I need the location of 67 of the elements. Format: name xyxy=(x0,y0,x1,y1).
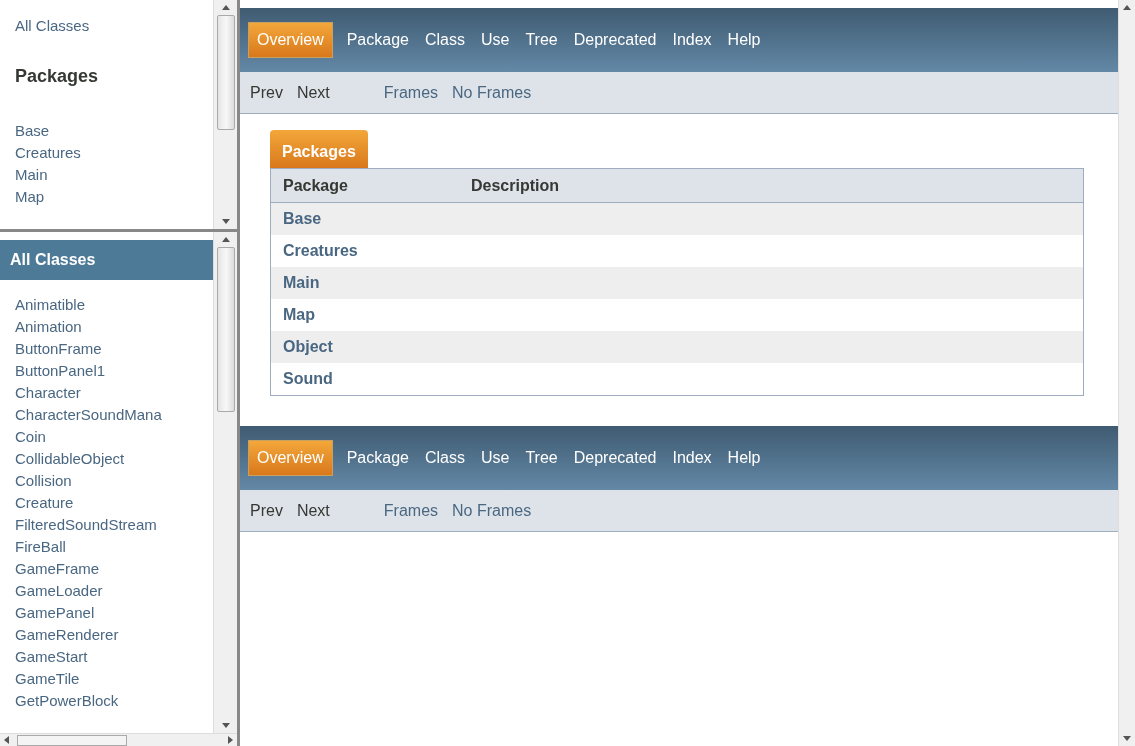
package-link[interactable]: Creatures xyxy=(271,239,358,263)
class-link[interactable]: CharacterSoundMana xyxy=(0,403,213,426)
class-link[interactable]: GameTile xyxy=(0,667,213,690)
scroll-right-arrow[interactable] xyxy=(228,736,233,744)
class-link[interactable]: GameStart xyxy=(0,645,213,668)
package-link[interactable]: Map xyxy=(15,186,213,208)
scroll-left-arrow[interactable] xyxy=(4,736,9,744)
scroll-down-arrow[interactable] xyxy=(221,219,230,224)
sub-nav-link[interactable]: No Frames xyxy=(452,498,532,523)
nav-tab[interactable]: Deprecated xyxy=(565,441,665,475)
nav-tab[interactable]: Help xyxy=(719,23,769,57)
package-link[interactable]: Sound xyxy=(271,367,333,391)
package-link[interactable]: Main xyxy=(15,164,213,186)
class-link[interactable]: ButtonFrame xyxy=(0,337,213,360)
sub-nav-link[interactable]: Frames xyxy=(383,80,439,105)
scroll-down-arrow[interactable] xyxy=(221,723,230,728)
class-link[interactable]: GameRenderer xyxy=(0,623,213,646)
class-link[interactable]: GameFrame xyxy=(0,557,213,580)
scroll-up-arrow[interactable] xyxy=(221,5,230,10)
nav-tab[interactable]: Index xyxy=(664,23,720,57)
sub-nav-text: Next xyxy=(296,500,330,521)
nav-tab[interactable]: Class xyxy=(416,441,473,475)
package-link[interactable]: Creatures xyxy=(15,142,213,164)
scrollbar-thumb[interactable] xyxy=(17,734,127,746)
frame-heading: Packages xyxy=(15,65,100,88)
class-link[interactable]: FilteredSoundStream xyxy=(0,513,213,536)
class-link[interactable]: GameLoader xyxy=(0,579,213,602)
nav-tab[interactable]: Help xyxy=(719,441,769,475)
class-link[interactable]: CollidableObject xyxy=(0,447,213,470)
class-link[interactable]: GetPowerBlock xyxy=(0,689,213,712)
sub-nav-text: Next xyxy=(296,82,330,103)
class-link[interactable]: Collision xyxy=(0,469,213,492)
sub-nav-text: Prev xyxy=(250,82,283,103)
nav-tab[interactable]: Use xyxy=(472,441,518,475)
sub-nav-link[interactable]: Frames xyxy=(383,498,439,523)
nav-tab[interactable]: Tree xyxy=(517,441,566,475)
scrollbar-thumb[interactable] xyxy=(216,15,235,130)
nav-tab[interactable]: Deprecated xyxy=(565,23,665,57)
scrollbar-thumb[interactable] xyxy=(216,247,235,412)
frame-heading: All Classes xyxy=(0,239,213,280)
sub-nav-text: Prev xyxy=(250,500,283,521)
class-link[interactable]: Coin xyxy=(0,425,213,448)
class-link[interactable]: Animatible xyxy=(0,293,213,316)
class-link[interactable]: Creature xyxy=(0,491,213,514)
class-link[interactable]: GamePanel xyxy=(0,601,213,624)
class-link[interactable]: Animation xyxy=(0,315,213,338)
nav-tab[interactable]: Tree xyxy=(517,23,566,57)
scroll-down-arrow[interactable] xyxy=(1123,736,1131,741)
nav-tab[interactable]: Use xyxy=(472,23,518,57)
package-link[interactable]: Base xyxy=(271,207,322,231)
class-link[interactable]: FireBall xyxy=(0,535,213,558)
column-header: Description xyxy=(471,175,559,196)
scroll-up-arrow[interactable] xyxy=(1123,5,1131,10)
nav-tab[interactable]: Class xyxy=(416,23,473,57)
nav-tab[interactable]: Index xyxy=(664,441,720,475)
column-header: Package xyxy=(282,175,349,196)
class-link[interactable]: ButtonPanel1 xyxy=(0,359,213,382)
sub-nav-link[interactable]: No Frames xyxy=(452,80,532,105)
nav-tab[interactable]: Package xyxy=(338,441,417,475)
scroll-up-arrow[interactable] xyxy=(221,237,230,242)
all-classes-link[interactable]: All Classes xyxy=(15,15,213,37)
package-link[interactable]: Object xyxy=(271,335,333,359)
package-link[interactable]: Map xyxy=(271,303,315,327)
nav-tab[interactable]: Package xyxy=(338,23,417,57)
package-link[interactable]: Base xyxy=(15,120,213,142)
class-link[interactable]: Character xyxy=(0,381,213,404)
package-link[interactable]: Main xyxy=(271,271,320,295)
